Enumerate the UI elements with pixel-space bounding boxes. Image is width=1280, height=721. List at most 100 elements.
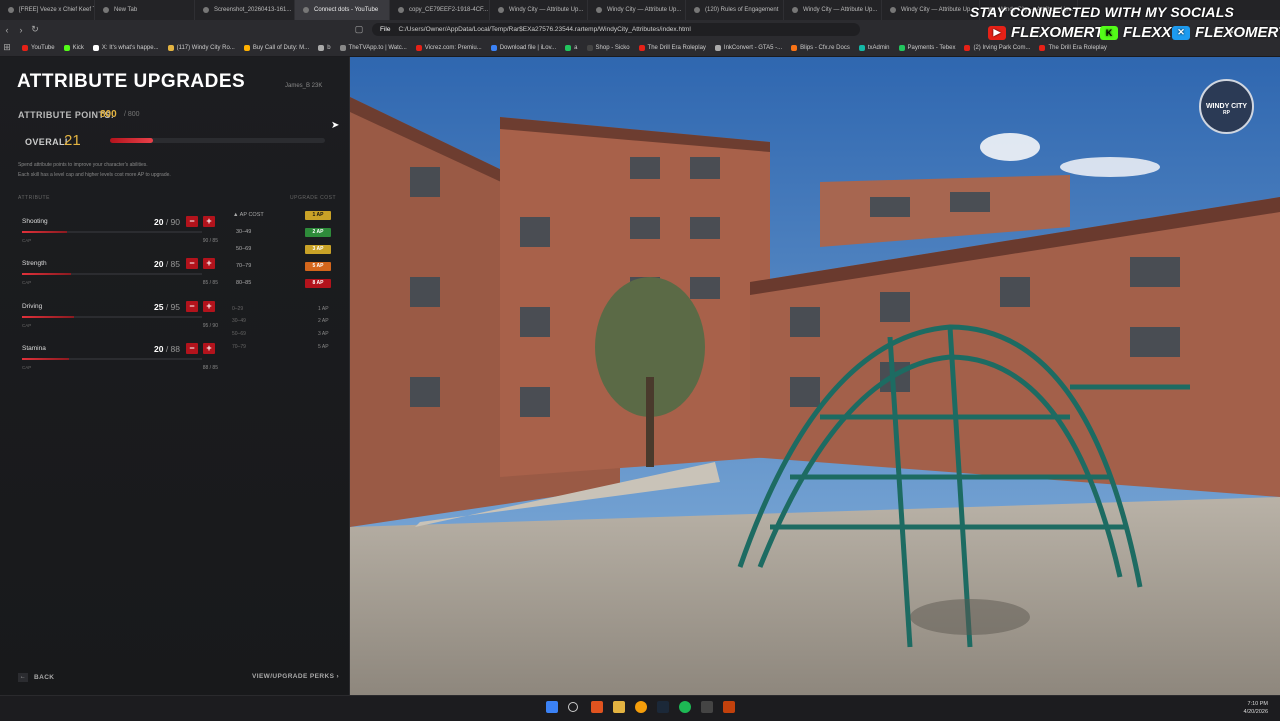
skill-max: / 85 — [165, 259, 180, 269]
brave-browser-icon[interactable] — [591, 701, 603, 713]
bookmark-item[interactable]: Vicrez.com: Premiu... — [415, 44, 482, 51]
windy-city-logo: WINDY CITY RP — [1199, 79, 1254, 134]
bookmark-item[interactable]: The Drill Era Roleplay — [638, 44, 706, 51]
bookmark-item[interactable]: Kick — [63, 44, 84, 51]
skill-progress-bar — [22, 316, 202, 318]
terminal-icon[interactable] — [701, 701, 713, 713]
decrease-button[interactable]: − — [186, 258, 198, 269]
bookmark-label: Download file | iLov... — [499, 44, 557, 51]
windows-start-icon[interactable] — [546, 701, 558, 713]
forward-arrow-icon[interactable]: › — [14, 25, 28, 35]
skill-value: 20 / 90 — [140, 217, 180, 227]
cost-range: 50–69 — [236, 246, 252, 252]
system-clock[interactable]: 7:10 PM 4/20/2026 — [1244, 700, 1268, 716]
browser-tab[interactable]: Screenshot_20260413-161... — [195, 0, 295, 20]
bookmarks-bar: ⊞ YouTube Kick X: It's what's happe... (117… — [0, 39, 1280, 57]
decrease-button[interactable]: − — [186, 301, 198, 312]
tab-label: (120) Rules of Engagement — [705, 7, 779, 13]
bookmark-item[interactable]: InkConvert - GTA5 -... — [714, 44, 782, 51]
bookmark-label: Vicrez.com: Premiu... — [424, 44, 482, 51]
bookmark-item[interactable]: Buy Call of Duty: M... — [243, 44, 310, 51]
browser-tab[interactable]: Windy City — Attribute Up... — [784, 0, 882, 20]
view-upgrade-perks-button[interactable]: VIEW/UPGRADE PERKS › — [252, 673, 339, 680]
attribute-points-current: 800 — [100, 109, 117, 120]
apps-grid-icon[interactable]: ⊞ — [0, 42, 14, 53]
tab-favicon-icon — [694, 7, 700, 13]
logo-subtext: RP — [1223, 110, 1230, 116]
back-arrow-icon: ← — [18, 673, 28, 682]
search-icon[interactable] — [568, 702, 578, 712]
reference-ap: 1 AP — [318, 306, 329, 312]
bookmark-item[interactable]: X: It's what's happe... — [92, 44, 159, 51]
browser-tab[interactable]: (120) Rules of Engagement — [686, 0, 784, 20]
bookmark-item[interactable]: YouTube — [22, 44, 55, 51]
browser-tab[interactable]: New Tab — [95, 0, 195, 20]
bookmark-favicon-icon — [92, 44, 99, 51]
bookmark-favicon-icon — [63, 44, 70, 51]
url-text: C:/Users/Owner/AppData/Local/Temp/Rar$EX… — [398, 26, 691, 33]
bookmark-item[interactable]: Download file | iLov... — [490, 44, 557, 51]
page-title: ATTRIBUTE UPGRADES — [17, 71, 246, 92]
bookmark-item[interactable]: txAdmin — [858, 44, 890, 51]
bookmark-label: Buy Call of Duty: M... — [252, 44, 310, 51]
bookmark-favicon-icon — [318, 44, 325, 51]
url-field[interactable]: File C:/Users/Owner/AppData/Local/Temp/R… — [372, 23, 860, 36]
decrease-button[interactable]: − — [186, 216, 198, 227]
skill-progress-fill — [22, 316, 75, 318]
skill-cap-range: 88 / 85 — [202, 365, 218, 371]
increase-button[interactable]: + — [203, 258, 215, 269]
browser-tab[interactable]: Windy City — Attribute Up... — [588, 0, 686, 20]
skill-cap-range: 95 / 90 — [202, 323, 218, 329]
bookmark-label: txAdmin — [867, 44, 890, 51]
cost-badge: 3 AP — [305, 245, 331, 254]
steam-icon[interactable] — [657, 701, 669, 713]
browser-tab[interactable]: Windy City — Attribute Up... — [490, 0, 588, 20]
clock-time: 7:10 PM — [1247, 701, 1268, 707]
bookmark-item[interactable]: Blips - Cfx.re Docs — [791, 44, 850, 51]
bookmark-item[interactable]: Payments - Tebex — [898, 44, 955, 51]
bookmark-favicon-icon — [791, 44, 798, 51]
skill-value: 20 / 85 — [140, 259, 180, 269]
chrome-icon[interactable] — [635, 701, 647, 713]
bookmark-item[interactable]: TheTVApp.to | Watc... — [339, 44, 407, 51]
browser-tab[interactable]: Windy City — Attribute Up... — [882, 0, 980, 20]
browser-tab[interactable]: [FREE] Veeze x Chief Keef T... — [0, 0, 95, 20]
bookmark-item[interactable]: The Drill Era Roleplay — [1039, 44, 1107, 51]
file-explorer-icon[interactable] — [613, 701, 625, 713]
bookmark-label: Blips - Cfx.re Docs — [800, 44, 850, 51]
reference-range: 30–49 — [232, 318, 246, 324]
bookmark-label: Shop - Sicko — [595, 44, 630, 51]
cost-badge: 5 AP — [305, 262, 331, 271]
tab-label: Windy City — Attribute Up... — [607, 7, 682, 13]
column-header-attributes: ATTRIBUTE — [18, 195, 50, 201]
bookmark-item[interactable]: b — [318, 44, 331, 51]
skill-value: 20 / 88 — [140, 344, 180, 354]
decrease-button[interactable]: − — [186, 343, 198, 354]
bookmark-favicon-icon — [415, 44, 422, 51]
bookmark-item[interactable]: Shop - Sicko — [586, 44, 630, 51]
back-arrow-icon[interactable]: ‹ — [0, 25, 14, 35]
app-icon[interactable] — [723, 701, 735, 713]
spotify-icon[interactable] — [679, 701, 691, 713]
bookmark-item[interactable]: (2) Irving Park Com... — [964, 44, 1031, 51]
back-button[interactable]: ← BACK — [18, 673, 54, 682]
bookmark-label: a — [574, 44, 578, 51]
increase-button[interactable]: + — [203, 301, 215, 312]
tab-label: copy_CE79EEF2-1918-4CF... — [409, 7, 489, 13]
skill-progress-fill — [22, 231, 67, 233]
skill-cap-label: CAP — [22, 280, 32, 285]
bookmark-item[interactable]: a — [565, 44, 578, 51]
mouse-cursor-icon: ➤ — [331, 120, 340, 131]
bookmark-favicon-icon — [490, 44, 497, 51]
browser-tab[interactable]: Connect dots - YouTube — [295, 0, 390, 20]
bookmark-label: (2) Irving Park Com... — [973, 44, 1031, 51]
bookmark-item[interactable]: (117) Windy City Ro... — [167, 44, 235, 51]
attribute-points-max: / 800 — [124, 111, 140, 118]
skill-value: 25 / 95 — [140, 302, 180, 312]
browser-tab[interactable]: copy_CE79EEF2-1918-4CF... — [390, 0, 490, 20]
bookmark-icon[interactable]: ▢ — [352, 24, 366, 35]
increase-button[interactable]: + — [203, 216, 215, 227]
description-line: Spend attribute points to improve your c… — [18, 162, 148, 168]
reload-icon[interactable]: ↻ — [28, 24, 42, 35]
increase-button[interactable]: + — [203, 343, 215, 354]
